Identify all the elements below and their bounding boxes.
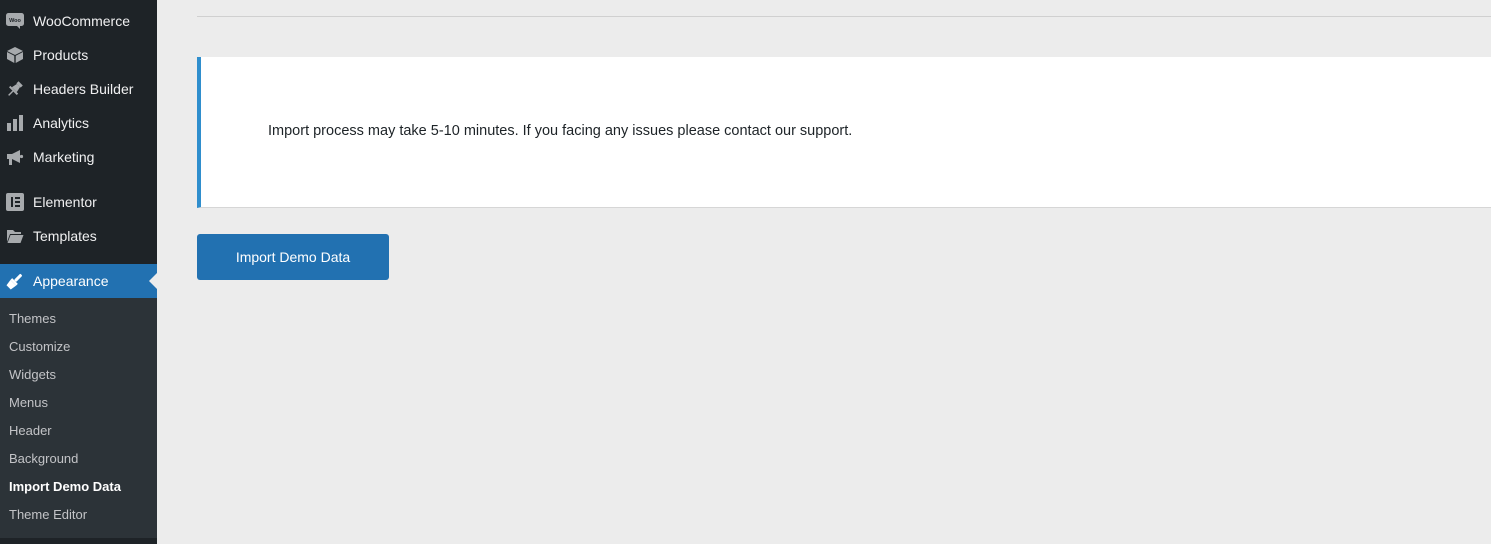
submenu-item-customize[interactable]: Customize	[9, 333, 70, 361]
sidebar-item-headers-builder[interactable]: Headers Builder	[0, 72, 157, 106]
submenu-item-widgets[interactable]: Widgets	[9, 361, 56, 389]
submenu-item-theme-editor[interactable]: Theme Editor	[9, 501, 87, 529]
sidebar-item-elementor[interactable]: Elementor	[0, 185, 157, 219]
submenu-item-menus[interactable]: Menus	[9, 389, 48, 417]
sidebar-item-label: Analytics	[33, 115, 90, 131]
sidebar-item-templates[interactable]: Templates	[0, 219, 157, 253]
woo-icon: Woo	[6, 12, 24, 30]
submenu-item-background[interactable]: Background	[9, 445, 78, 473]
appearance-submenu: Themes Customize Widgets Menus Header Ba…	[0, 298, 157, 538]
sidebar-item-label: Elementor	[33, 194, 97, 210]
bar-chart-icon	[6, 114, 24, 132]
brush-icon	[6, 272, 24, 290]
app-window: Woo WooCommerce Products Headers Builder…	[0, 0, 1491, 544]
sidebar-item-label: WooCommerce	[33, 13, 130, 29]
import-demo-data-button[interactable]: Import Demo Data	[197, 234, 389, 280]
header-divider	[197, 16, 1491, 17]
submenu-item-import-demo-data[interactable]: Import Demo Data	[9, 473, 121, 501]
sidebar-item-label: Templates	[33, 228, 97, 244]
sidebar-item-marketing[interactable]: Marketing	[0, 140, 157, 174]
notice-message: Import process may take 5-10 minutes. If…	[268, 123, 853, 139]
sidebar-item-label: Marketing	[33, 149, 95, 165]
folder-icon	[6, 227, 24, 245]
sidebar-item-label: Appearance	[33, 273, 109, 289]
info-notice: Import process may take 5-10 minutes. If…	[197, 57, 1491, 208]
submenu-item-themes[interactable]: Themes	[9, 305, 56, 333]
active-indicator-arrow	[149, 273, 157, 289]
pin-icon	[6, 80, 24, 98]
elementor-icon	[6, 193, 24, 211]
sidebar-item-label: Headers Builder	[33, 81, 134, 97]
svg-text:Woo: Woo	[9, 18, 21, 24]
sidebar-item-appearance[interactable]: Appearance	[0, 264, 157, 298]
sidebar-item-analytics[interactable]: Analytics	[0, 106, 157, 140]
submenu-item-header[interactable]: Header	[9, 417, 52, 445]
box-icon	[6, 46, 24, 64]
admin-sidebar: Woo WooCommerce Products Headers Builder…	[0, 0, 157, 544]
sidebar-item-products[interactable]: Products	[0, 38, 157, 72]
sidebar-item-label: Products	[33, 47, 89, 63]
sidebar-item-woocommerce[interactable]: Woo WooCommerce	[0, 4, 157, 38]
megaphone-icon	[6, 148, 24, 166]
